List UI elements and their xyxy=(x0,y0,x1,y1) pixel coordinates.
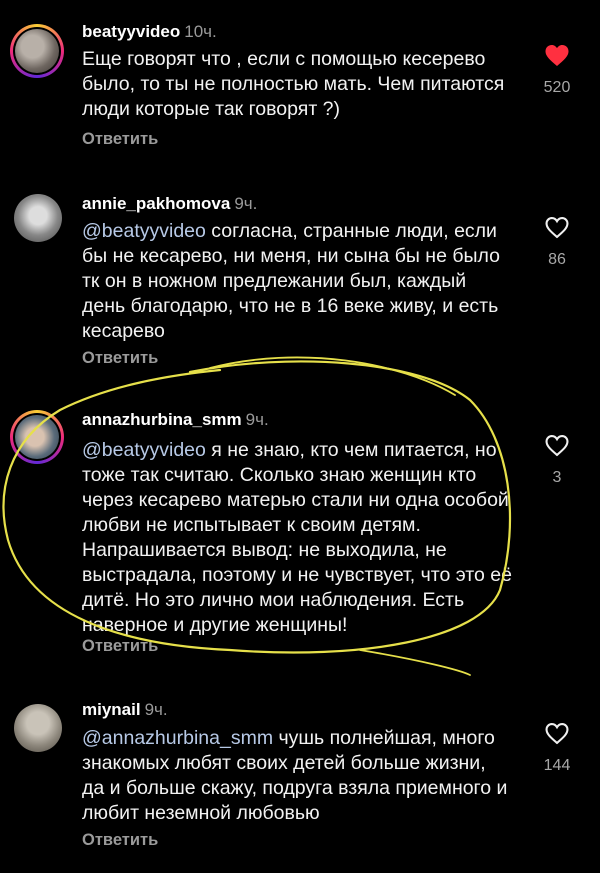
timestamp: 9ч. xyxy=(234,194,258,213)
mention-link[interactable]: @beatyyvideo xyxy=(82,220,206,242)
comment-header: miynail 9ч. xyxy=(82,700,168,720)
like-button[interactable]: 86 xyxy=(540,216,574,269)
avatar[interactable] xyxy=(10,24,64,78)
like-count: 86 xyxy=(548,251,566,268)
like-count: 520 xyxy=(543,79,571,96)
reply-button[interactable]: Ответить xyxy=(82,637,158,656)
like-count: 144 xyxy=(543,757,571,774)
like-button[interactable]: 520 xyxy=(540,44,574,97)
like-button[interactable]: 144 xyxy=(540,722,574,775)
comment-body: я не знаю, кто чем питается, но тоже так… xyxy=(82,439,512,636)
timestamp: 10ч. xyxy=(184,22,217,41)
comment-header: annie_pakhomova 9ч. xyxy=(82,194,257,214)
avatar[interactable] xyxy=(10,410,64,464)
comment-text: Еще говорят что , если с помощью кесерев… xyxy=(82,47,512,122)
heart-icon xyxy=(545,217,569,239)
avatar[interactable] xyxy=(14,194,62,242)
comment-text: @beatyyvideo я не знаю, кто чем питается… xyxy=(82,438,512,638)
comment-header: annazhurbina_smm 9ч. xyxy=(82,410,269,430)
username[interactable]: beatyyvideo xyxy=(82,22,180,41)
username[interactable]: annie_pakhomova xyxy=(82,194,230,213)
timestamp: 9ч. xyxy=(144,700,168,719)
comment-text: @beatyyvideo согласна, странные люди, ес… xyxy=(82,219,512,344)
username[interactable]: annazhurbina_smm xyxy=(82,410,242,429)
heart-filled-icon xyxy=(545,45,569,66)
username[interactable]: miynail xyxy=(82,700,141,719)
heart-icon xyxy=(545,435,569,457)
comment-header: beatyyvideo 10ч. xyxy=(82,22,217,42)
timestamp: 9ч. xyxy=(245,410,269,429)
like-button[interactable]: 3 xyxy=(540,434,574,487)
reply-button[interactable]: Ответить xyxy=(82,130,158,149)
reply-button[interactable]: Ответить xyxy=(82,831,158,850)
avatar[interactable] xyxy=(14,704,62,752)
mention-link[interactable]: @annazhurbina_smm xyxy=(82,727,273,749)
comment-text: @annazhurbina_smm чушь полнейшая, много … xyxy=(82,726,512,826)
reply-button[interactable]: Ответить xyxy=(82,349,158,368)
like-count: 3 xyxy=(552,469,562,486)
comment-body: Еще говорят что , если с помощью кесерев… xyxy=(82,48,505,120)
mention-link[interactable]: @beatyyvideo xyxy=(82,439,206,461)
heart-icon xyxy=(545,723,569,745)
